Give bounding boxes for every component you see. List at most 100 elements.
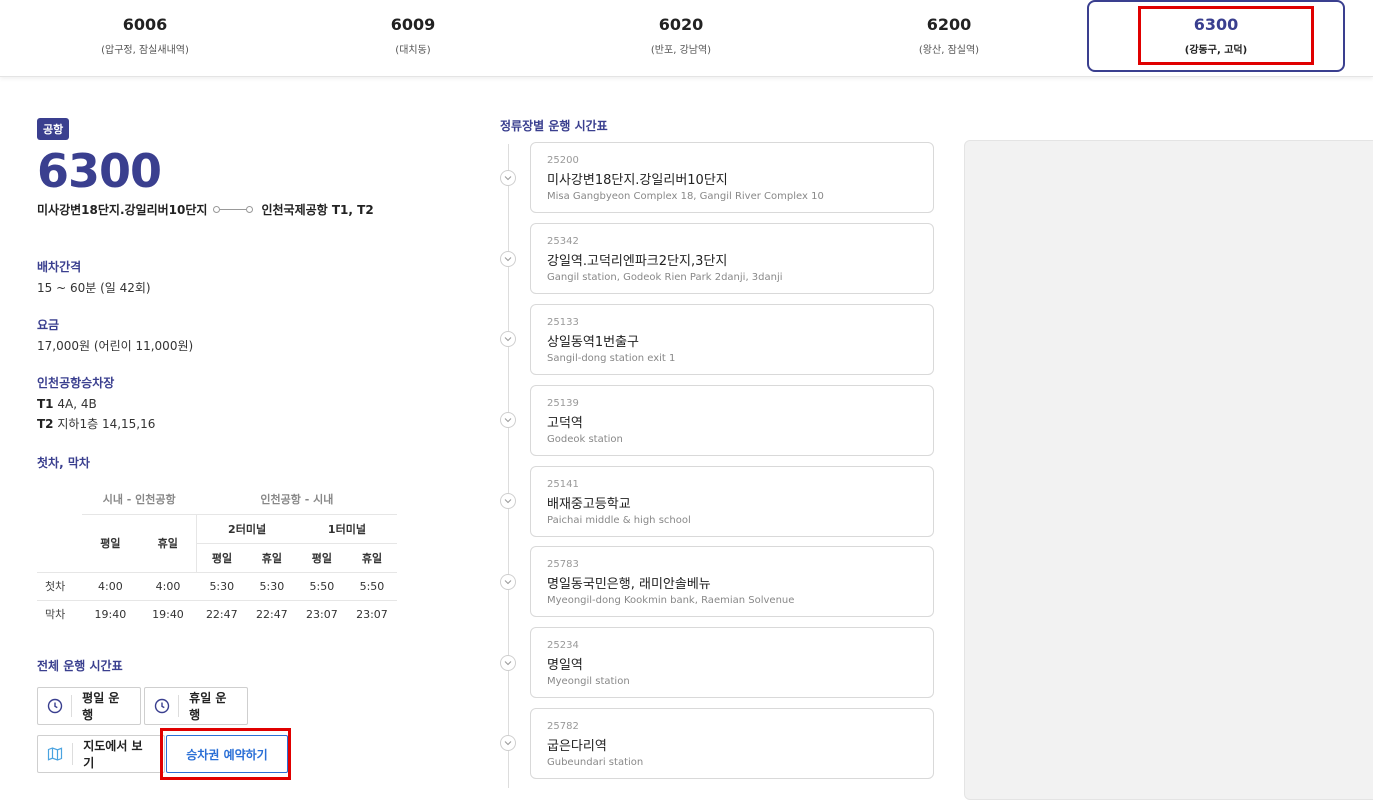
chevron-down-icon[interactable] — [500, 331, 516, 347]
stop-name: 상일동역1번출구 — [547, 335, 639, 350]
table-cell: 19:40 — [81, 599, 140, 628]
col-t2-holiday: 휴일 — [246, 542, 297, 572]
stop-code: 25141 — [547, 479, 579, 490]
table-cell: 5:50 — [346, 571, 397, 600]
route-tabs: 6006 (압구정, 잠실새내역) 6009 (대치동) 6020 (반포, 강… — [0, 0, 1373, 77]
fare-value: 17,000원 (어린이 11,000원) — [37, 339, 194, 353]
table-cell: 19:40 — [139, 599, 197, 628]
col-holiday: 휴일 — [139, 513, 197, 572]
stop-name-en: Misa Gangbyeon Complex 18, Gangil River … — [547, 191, 824, 202]
first-last-title: 첫차, 막차 — [37, 456, 90, 470]
route-destination: 인천국제공항 T1, T2 — [261, 203, 374, 217]
stop-name: 굽은다리역 — [547, 739, 607, 754]
reserve-ticket-button[interactable]: 승차권 예약하기 — [166, 735, 288, 773]
tab-desc: (왕산, 잠실역) — [918, 45, 980, 56]
stop-name: 배재중고등학교 — [547, 497, 631, 512]
boarding-values: T1 4A, 4B T2 지하1층 14,15,16 — [37, 396, 399, 433]
tab-6300[interactable]: 6300 (강동구, 고덕) — [1087, 0, 1345, 72]
stop-name-en: Myeongil station — [547, 676, 630, 687]
clock-icon — [145, 695, 180, 717]
weekday-schedule-label: 평일 운행 — [82, 691, 120, 722]
tab-6006[interactable]: 6006 (압구정, 잠실새내역) — [16, 0, 274, 72]
route-type-badge: 공항 — [37, 118, 70, 140]
fare-section: 요금 17,000원 (어린이 11,000원) — [37, 316, 399, 355]
chevron-down-icon[interactable] — [500, 655, 516, 671]
col-weekday: 평일 — [81, 513, 140, 572]
table-row: 첫차 4:00 4:00 5:30 5:30 5:50 5:50 — [37, 571, 397, 600]
tab-number: 6020 — [658, 15, 704, 34]
stop-name-en: Godeok station — [547, 434, 623, 445]
boarding-title: 인천공항승차장 — [37, 376, 115, 390]
route-info: 공항 6300 미사강변18단지.강일리버10단지 인천국제공항 T1, T2 … — [37, 118, 399, 628]
col-t1-weekday: 평일 — [296, 542, 347, 572]
table-cell: 4:00 — [81, 571, 140, 600]
view-map-button[interactable]: 지도에서 보기 — [37, 735, 165, 773]
t2-label: T2 — [37, 417, 54, 431]
stop-name-en: Gubeundari station — [547, 757, 644, 768]
stop-item[interactable]: 25782 굽은다리역 Gubeundari station — [530, 708, 934, 779]
table-cell: 23:07 — [346, 599, 397, 628]
stop-timeline — [508, 144, 509, 788]
stop-code: 25782 — [547, 721, 579, 732]
map-icon — [38, 743, 74, 765]
stop-item[interactable]: 25133 상일동역1번출구 Sangil-dong station exit … — [530, 304, 934, 375]
chevron-down-icon[interactable] — [500, 251, 516, 267]
weekday-schedule-button[interactable]: 평일 운행 — [37, 687, 141, 725]
route-origin: 미사강변18단지.강일리버10단지 — [37, 203, 208, 217]
stop-item[interactable]: 25139 고덕역 Godeok station — [530, 385, 934, 456]
tab-6020[interactable]: 6020 (반포, 강남역) — [552, 0, 810, 72]
view-map-label: 지도에서 보기 — [83, 739, 143, 770]
stop-code: 25234 — [547, 640, 579, 651]
interval-section: 배차간격 15 ~ 60분 (일 42회) — [37, 258, 399, 297]
tab-6009[interactable]: 6009 (대치동) — [284, 0, 542, 72]
col-t1-holiday: 휴일 — [346, 542, 397, 572]
tab-desc: (압구정, 잠실새내역) — [101, 45, 189, 56]
table-row: 막차 19:40 19:40 22:47 22:47 23:07 23:07 — [37, 599, 397, 628]
chevron-down-icon[interactable] — [500, 493, 516, 509]
tab-desc: (대치동) — [395, 45, 431, 56]
reserve-ticket-label: 승차권 예약하기 — [186, 747, 268, 762]
chevron-down-icon[interactable] — [500, 170, 516, 186]
timetable-panel — [964, 140, 1373, 800]
t1-label: T1 — [37, 397, 54, 411]
table-cell: 4:00 — [139, 571, 197, 600]
stop-item[interactable]: 25200 미사강변18단지.강일리버10단지 Misa Gangbyeon C… — [530, 142, 934, 213]
col-terminal1: 1터미널 — [296, 513, 397, 543]
holiday-schedule-label: 휴일 운행 — [189, 691, 227, 722]
table-cell: 5:50 — [296, 571, 347, 600]
tab-desc: (강동구, 고덕) — [1184, 45, 1248, 56]
table-cell: 5:30 — [246, 571, 297, 600]
stop-item[interactable]: 25783 명일동국민은행, 래미안솔베뉴 Myeongil-dong Kook… — [530, 546, 934, 617]
stop-code: 25783 — [547, 559, 579, 570]
stop-name: 미사강변18단지.강일리버10단지 — [547, 173, 728, 188]
stop-code: 25139 — [547, 398, 579, 409]
interval-title: 배차간격 — [37, 260, 82, 274]
stop-name-en: Paichai middle & high school — [547, 515, 691, 526]
stop-item[interactable]: 25234 명일역 Myeongil station — [530, 627, 934, 698]
stops-title: 정류장별 운행 시간표 — [500, 119, 608, 133]
holiday-schedule-button[interactable]: 휴일 운행 — [144, 687, 248, 725]
chevron-down-icon[interactable] — [500, 574, 516, 590]
schedule-title: 전체 운행 시간표 — [37, 659, 123, 673]
route-endpoints: 미사강변18단지.강일리버10단지 인천국제공항 T1, T2 — [37, 201, 399, 218]
fare-title: 요금 — [37, 318, 60, 332]
t1-value: 4A, 4B — [57, 397, 97, 411]
table-cell: 22:47 — [246, 599, 297, 628]
group-city: 시내 - 인천공항 — [102, 493, 176, 507]
chevron-down-icon[interactable] — [500, 412, 516, 428]
col-t2-weekday: 평일 — [196, 542, 247, 572]
t2-value: 지하1층 14,15,16 — [57, 417, 156, 431]
stop-item[interactable]: 25141 배재중고등학교 Paichai middle & high scho… — [530, 466, 934, 537]
chevron-down-icon[interactable] — [500, 735, 516, 751]
table-cell: 22:47 — [196, 599, 247, 628]
stop-name-en: Sangil-dong station exit 1 — [547, 353, 676, 364]
tab-number: 6006 — [122, 15, 168, 34]
tab-number: 6300 — [1193, 15, 1239, 34]
stop-name: 명일동국민은행, 래미안솔베뉴 — [547, 577, 711, 592]
stop-name: 강일역.고덕리엔파크2단지,3단지 — [547, 254, 728, 269]
route-connector — [213, 206, 254, 213]
clock-icon — [38, 695, 73, 717]
tab-6200[interactable]: 6200 (왕산, 잠실역) — [820, 0, 1078, 72]
stop-code: 25133 — [547, 317, 579, 328]
stop-item[interactable]: 25342 강일역.고덕리엔파크2단지,3단지 Gangil station, … — [530, 223, 934, 294]
